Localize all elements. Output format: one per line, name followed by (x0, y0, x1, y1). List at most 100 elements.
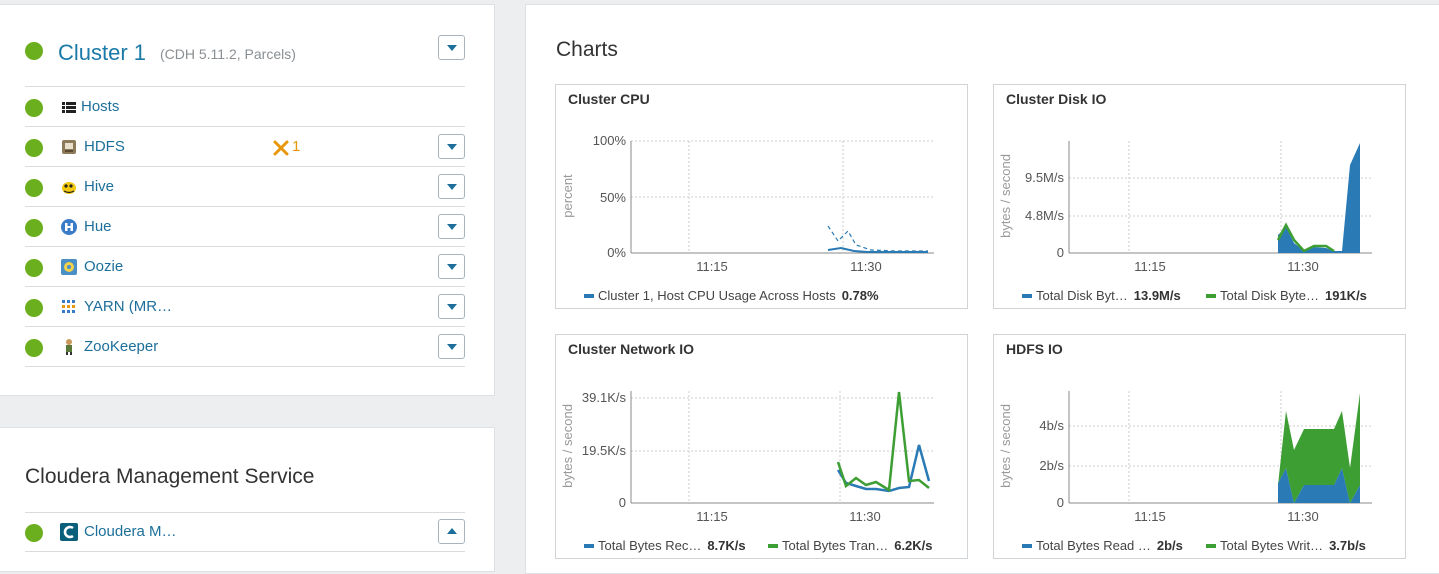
legend-swatch (1022, 293, 1032, 298)
oozie-actions-button[interactable] (438, 254, 465, 279)
legend-swatch (1206, 543, 1216, 548)
hue-actions-button[interactable] (438, 214, 465, 239)
cms-actions-button[interactable] (438, 519, 465, 544)
network-received-series (836, 444, 931, 493)
legend-item[interactable]: Total Bytes Writ… 3.7b/s (1206, 538, 1366, 553)
y-tick-label: 4b/s (1039, 418, 1064, 433)
legend-item[interactable]: Total Bytes Tran… 6.2K/s (768, 538, 933, 553)
legend-item[interactable]: Cluster 1, Host CPU Usage Across Hosts 0.… (584, 288, 879, 303)
hive-status-icon (25, 179, 43, 197)
y-tick-label: 0 (619, 495, 626, 510)
y-tick-label: 100% (593, 133, 627, 148)
legend-value: 191K/s (1324, 288, 1367, 303)
y-tick-label: 4.8M/s (1025, 208, 1065, 223)
y-tick-label: 0% (607, 245, 626, 260)
x-tick-label: 11:15 (696, 509, 728, 524)
y-tick-label: 9.5M/s (1025, 170, 1065, 185)
chart-plot: bytes / second 9.5M/s 4.8M/s 0 11:15 11:… (998, 141, 1372, 274)
legend-item[interactable]: Total Bytes Rec… 8.7K/s (584, 538, 746, 553)
service-row-yarn: YARN (MR… (25, 287, 465, 327)
y-tick-label: 2b/s (1039, 458, 1064, 473)
y-tick-label: 0 (1057, 495, 1064, 510)
service-row-hue: Hue (25, 207, 465, 247)
legend-label: Total Disk Byt… (1036, 288, 1128, 303)
service-row-zookeeper: ZooKeeper (25, 327, 465, 367)
legend-swatch (584, 543, 594, 548)
hue-status-icon (25, 219, 43, 237)
service-row-cms: Cloudera M… (25, 512, 465, 552)
chart-plot: bytes / second 39.1K/s 19.5K/s 0 11:15 1… (560, 390, 934, 524)
cms-status-icon (25, 524, 43, 542)
legend-label: Total Bytes Rec… (598, 538, 702, 553)
service-row-hosts: Hosts (25, 87, 465, 127)
service-row-hive: Hive (25, 167, 465, 207)
legend-value: 0.78% (841, 288, 879, 303)
chart-cluster-network-io[interactable]: Cluster Network IO bytes / second 39.1K/… (555, 334, 968, 559)
chart-plot: percent 100% 50% 0% 11:15 11:30 (560, 133, 934, 274)
hdfs-icon (62, 140, 76, 154)
x-tick-label: 11:30 (850, 259, 882, 274)
legend-label: Total Bytes Read … (1036, 538, 1151, 553)
legend-label: Total Bytes Tran… (782, 538, 889, 553)
service-link-yarn[interactable]: YARN (MR… (84, 298, 172, 315)
wrench-icon[interactable] (272, 139, 290, 157)
cluster-name-link[interactable]: Cluster 1 (58, 40, 146, 66)
hive-actions-button[interactable] (438, 174, 465, 199)
hdfs-status-icon (25, 139, 43, 157)
hosts-icon (62, 102, 76, 113)
x-tick-label: 11:15 (1134, 259, 1166, 274)
divider (25, 551, 465, 552)
legend-value: 6.2K/s (894, 538, 933, 553)
cluster-status-icon (25, 42, 43, 60)
zookeeper-icon (66, 339, 72, 355)
legend-value: 2b/s (1156, 538, 1183, 553)
hdfs-actions-button[interactable] (438, 134, 465, 159)
yarn-icon (62, 300, 75, 313)
x-tick-label: 11:15 (1134, 509, 1166, 524)
y-tick-label: 39.1K/s (582, 390, 627, 405)
yarn-status-icon (25, 299, 43, 317)
legend-label: Cluster 1, Host CPU Usage Across Hosts (598, 288, 836, 303)
hue-icon (61, 219, 77, 235)
charts-heading: Charts (556, 38, 618, 61)
zookeeper-actions-button[interactable] (438, 334, 465, 359)
x-tick-label: 11:30 (1287, 259, 1319, 274)
y-tick-label: 19.5K/s (582, 443, 627, 458)
legend-label: Total Bytes Writ… (1220, 538, 1324, 553)
service-link-hive[interactable]: Hive (84, 178, 114, 195)
legend-item[interactable]: Total Disk Byte… 191K/s (1206, 288, 1367, 303)
legend-item[interactable]: Total Bytes Read … 2b/s (1022, 538, 1183, 553)
service-link-hdfs[interactable]: HDFS (84, 138, 125, 155)
oozie-status-icon (25, 259, 43, 277)
cluster-panel: Cluster 1 (CDH 5.11.2, Parcels) Hosts HD… (0, 4, 495, 396)
x-tick-label: 11:15 (696, 259, 728, 274)
config-issues-count[interactable]: 1 (292, 138, 300, 155)
y-tick-label: 50% (600, 190, 626, 205)
charts-panel: Charts Cluster CPU percent 100% 50% 0% 1… (525, 4, 1439, 574)
chart-plot: bytes / second 4b/s 2b/s 0 11:15 11:30 (998, 391, 1372, 524)
service-link-oozie[interactable]: Oozie (84, 258, 123, 275)
legend-swatch (1206, 293, 1216, 298)
cluster-actions-button[interactable] (438, 35, 465, 60)
service-link-zookeeper[interactable]: ZooKeeper (84, 338, 158, 355)
zookeeper-status-icon (25, 339, 43, 357)
x-tick-label: 11:30 (849, 509, 881, 524)
service-row-hdfs: HDFS 1 (25, 127, 465, 167)
x-tick-label: 11:30 (1287, 509, 1319, 524)
yarn-actions-button[interactable] (438, 294, 465, 319)
service-link-hue[interactable]: Hue (84, 218, 112, 235)
legend-swatch (584, 293, 594, 298)
disk-read-area (1278, 143, 1360, 253)
chart-cluster-cpu[interactable]: Cluster CPU percent 100% 50% 0% 11:15 11… (555, 84, 968, 309)
legend-swatch (1022, 543, 1032, 548)
legend-item[interactable]: Total Disk Byt… 13.9M/s (1022, 288, 1181, 303)
service-link-hosts[interactable]: Hosts (81, 98, 119, 115)
y-axis-label: percent (560, 174, 575, 218)
service-link-cms[interactable]: Cloudera M… (84, 523, 177, 540)
chart-cluster-disk-io[interactable]: Cluster Disk IO bytes / second 9.5M/s 4.… (993, 84, 1406, 309)
chart-hdfs-io[interactable]: HDFS IO bytes / second 4b/s 2b/s 0 11:15… (993, 334, 1406, 559)
y-axis-label: bytes / second (998, 154, 1013, 238)
legend-label: Total Disk Byte… (1220, 288, 1319, 303)
oozie-icon (61, 259, 77, 275)
y-tick-label: 0 (1057, 245, 1064, 260)
